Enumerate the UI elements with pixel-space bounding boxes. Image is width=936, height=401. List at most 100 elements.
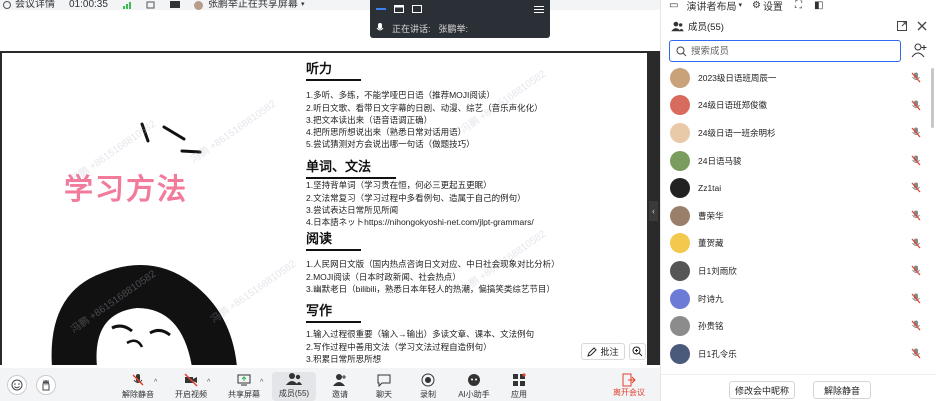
- members-icon: [671, 21, 684, 31]
- member-name: 24级日语一班余明杉: [698, 127, 776, 138]
- slide-text-line: 2.文法常复习（学习过程中多看例句、造属于自己的例句）: [306, 193, 526, 203]
- chat-icon: [377, 374, 391, 387]
- window-icon[interactable]: ▭: [669, 0, 678, 11]
- chat-button[interactable]: 聊天: [362, 373, 406, 401]
- avatar: [670, 260, 690, 281]
- member-search-box[interactable]: [669, 40, 901, 62]
- record-button[interactable]: 录制: [406, 373, 450, 401]
- apps-button[interactable]: 应用: [497, 373, 541, 401]
- camera-off-icon: [184, 373, 198, 387]
- member-search-input[interactable]: [691, 45, 891, 57]
- leave-meeting-button[interactable]: 离开会议: [609, 373, 649, 401]
- ai-assistant-button[interactable]: AI小助手: [452, 373, 496, 401]
- members-icon: [286, 373, 302, 385]
- fullscreen-icon[interactable]: [412, 5, 422, 13]
- mic-icon: [376, 23, 384, 31]
- emoji-button[interactable]: [7, 375, 27, 395]
- sidebar-toggle-icon[interactable]: ◧: [814, 0, 823, 11]
- speaker-name: 张鹏举:: [438, 23, 469, 34]
- rename-button[interactable]: 修改会中昵称: [729, 381, 795, 399]
- unmute-all-button[interactable]: 解除静音: [813, 381, 871, 399]
- close-icon[interactable]: [917, 21, 927, 31]
- list-item[interactable]: Zz1tai: [661, 174, 936, 202]
- mic-muted-icon[interactable]: [911, 100, 921, 113]
- member-name: 董贺藏: [698, 238, 724, 249]
- zoom-button[interactable]: [629, 343, 646, 360]
- mic-muted-icon[interactable]: [911, 320, 921, 333]
- chevron-down-icon: ▾: [300, 1, 305, 8]
- list-item[interactable]: 2023级日语班周辰一: [661, 64, 936, 92]
- layout-label[interactable]: 演讲者布局: [686, 0, 736, 13]
- sharing-status: 张鹏举正在共享屏幕 ▾: [193, 0, 305, 10]
- shared-slide: 学习方法 冯鹏 +8615168810582 冯鹏 +8615168810582…: [2, 53, 647, 365]
- members-scrollbar[interactable]: [931, 68, 934, 128]
- exit-icon: [622, 373, 636, 387]
- mic-muted-icon[interactable]: [911, 293, 921, 306]
- shared-screen-area: 学习方法 冯鹏 +8615168810582 冯鹏 +8615168810582…: [0, 51, 660, 365]
- list-item[interactable]: 24级日语一班余明杉: [661, 119, 936, 147]
- slide-text-line: 3.把文本读出来（语音语调正确）: [306, 115, 433, 125]
- member-name: 2023级日语班周辰一: [698, 72, 777, 83]
- mic-muted-icon[interactable]: [911, 72, 921, 85]
- list-item[interactable]: 时诗九: [661, 285, 936, 313]
- list-item[interactable]: 日1刘雨欣: [661, 257, 936, 285]
- mic-muted-icon[interactable]: [911, 182, 921, 195]
- popout-icon[interactable]: [897, 21, 907, 31]
- info-icon: [3, 1, 11, 9]
- mic-muted-icon: [132, 374, 144, 386]
- share-switch-button[interactable]: [169, 1, 180, 9]
- chevron-up-icon[interactable]: ^: [154, 379, 157, 386]
- mic-muted-icon[interactable]: [911, 127, 921, 140]
- window-icon[interactable]: [394, 5, 404, 13]
- record-icon: [421, 373, 435, 387]
- avatar: [670, 95, 690, 116]
- meeting-duration: 01:00:35: [69, 0, 108, 10]
- pen-icon: [587, 346, 598, 357]
- section-heading-vocab-grammar: 单词、文法: [306, 156, 406, 179]
- meeting-info-button[interactable]: 会议详情: [2, 0, 55, 10]
- network-signal[interactable]: [122, 1, 132, 9]
- members-panel: ▭ 演讲者布局 ▾ ⚙ 设置 ⛶ ◧ 成员(55) 2023级日语班周辰一 24级…: [660, 0, 936, 401]
- annotate-button[interactable]: 批注: [581, 343, 625, 360]
- list-item[interactable]: 董贺藏: [661, 230, 936, 258]
- list-item[interactable]: 24级日语班郑俊徽: [661, 92, 936, 120]
- minimize-icon[interactable]: [376, 5, 386, 13]
- emoji-icon: [11, 379, 23, 391]
- mic-muted-icon[interactable]: [911, 238, 921, 251]
- unmute-button[interactable]: 解除静音: [116, 373, 160, 401]
- sharer-avatar: [193, 0, 203, 10]
- member-name: 时诗九: [698, 293, 724, 304]
- mic-muted-icon[interactable]: [911, 265, 921, 278]
- menu-icon[interactable]: [534, 5, 544, 13]
- members-panel-footer: 修改会中昵称 解除静音: [661, 374, 936, 401]
- avatar: [670, 316, 690, 337]
- slide-text-line: 5.尝试猜测对方会说出哪一句话（做题技巧）: [306, 139, 475, 149]
- chevron-up-icon[interactable]: ^: [260, 379, 263, 386]
- member-name: Zz1tai: [698, 183, 722, 194]
- external-window-button[interactable]: [146, 1, 156, 9]
- members-button[interactable]: 成员(55): [272, 372, 316, 401]
- chevron-up-icon[interactable]: ^: [207, 379, 210, 386]
- gear-icon[interactable]: ⚙: [752, 0, 761, 11]
- mic-muted-icon[interactable]: [911, 348, 921, 361]
- settings-label[interactable]: 设置: [763, 0, 783, 13]
- section-heading-writing: 写作: [306, 300, 386, 323]
- mic-muted-icon[interactable]: [911, 210, 921, 223]
- share-screen-button[interactable]: 共享屏幕: [222, 373, 266, 401]
- mic-muted-icon[interactable]: [911, 155, 921, 168]
- invite-member-icon[interactable]: [911, 43, 927, 58]
- avatar: [670, 343, 690, 364]
- avatar: [670, 178, 690, 199]
- member-name: 24级日语班郑俊徽: [698, 100, 767, 111]
- slide-text-line: 1.多听、多练，不能学哑巴日语（推荐MOJI阅读）: [306, 90, 495, 100]
- collapse-panel-handle[interactable]: ‹: [649, 201, 658, 221]
- chevron-down-icon[interactable]: ▾: [738, 1, 742, 9]
- invite-button[interactable]: 邀请: [318, 373, 362, 401]
- fullscreen-icon[interactable]: ⛶: [795, 0, 802, 11]
- raise-hand-button[interactable]: [36, 375, 56, 395]
- start-video-button[interactable]: 开启视频: [169, 373, 213, 401]
- list-item[interactable]: 日1孔令乐: [661, 340, 936, 368]
- list-item[interactable]: 曹荣华: [661, 202, 936, 230]
- list-item[interactable]: 孙贵铭: [661, 312, 936, 340]
- list-item[interactable]: 24日语马骏: [661, 147, 936, 175]
